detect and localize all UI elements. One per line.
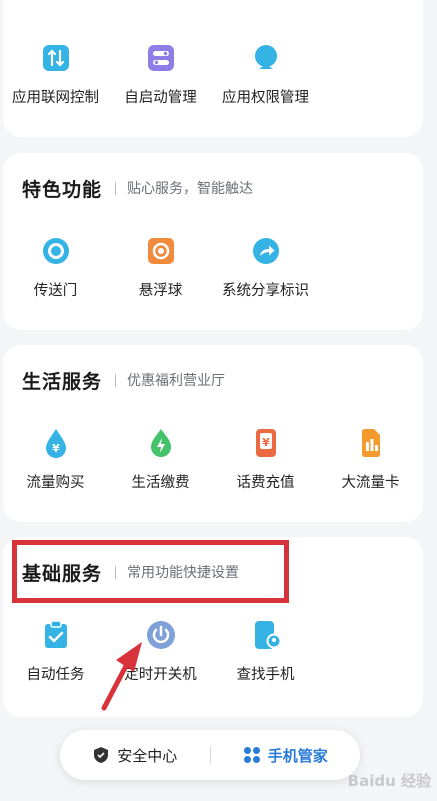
section-title: 生活服务 bbox=[22, 370, 103, 393]
item-label: 自启动管理 bbox=[124, 90, 197, 106]
item-label: 自动任务 bbox=[26, 667, 85, 683]
nav-phone-manager[interactable]: 手机管家 bbox=[211, 745, 361, 766]
nav-label: 安全中心 bbox=[117, 746, 178, 765]
highlight-box bbox=[12, 540, 289, 603]
find-phone-icon bbox=[254, 621, 281, 649]
nav-security-center[interactable]: 安全中心 bbox=[60, 745, 210, 766]
watermark: Baidu 经验 bbox=[347, 772, 431, 790]
item-label: 查找手机 bbox=[236, 667, 295, 683]
nav-label: 手机管家 bbox=[267, 746, 328, 765]
portal-icon bbox=[42, 238, 69, 264]
card-life-services: 生活服务 优惠福利营业厅 ¥ 流量购买 生活缴费 ¥ 话费充值 大流量卡 bbox=[3, 345, 423, 522]
item-sim-card[interactable]: 大流量卡 bbox=[318, 427, 423, 492]
utility-payment-icon bbox=[150, 429, 171, 457]
item-label: 系统分享标识 bbox=[222, 283, 309, 299]
card-features: 特色功能 贴心服务，智能触达 传送门 悬浮球 系统分享标识 bbox=[3, 153, 423, 330]
card-header: 特色功能 贴心服务，智能触达 bbox=[22, 175, 253, 201]
item-share[interactable]: 系统分享标识 bbox=[213, 235, 318, 300]
autostart-icon bbox=[147, 45, 174, 71]
section-subtitle: 优惠福利营业厅 bbox=[127, 373, 226, 389]
grid-apps-icon bbox=[243, 747, 260, 763]
floating-ball-icon bbox=[147, 238, 174, 264]
item-auto-task[interactable]: 自动任务 bbox=[3, 619, 108, 684]
sim-card-icon bbox=[361, 429, 380, 457]
permission-icon bbox=[254, 45, 277, 69]
title-divider bbox=[115, 181, 117, 195]
card-app-control: 应用联网控制 自启动管理 应用权限管理 bbox=[3, 0, 423, 137]
item-permission[interactable]: 应用权限管理 bbox=[213, 42, 318, 107]
power-icon bbox=[146, 621, 175, 649]
bottom-nav: 安全中心 手机管家 bbox=[60, 730, 360, 780]
item-floating-ball[interactable]: 悬浮球 bbox=[108, 235, 213, 300]
svg-text:¥: ¥ bbox=[262, 436, 270, 449]
title-divider bbox=[115, 373, 117, 387]
share-icon bbox=[252, 238, 279, 264]
item-utility-payment[interactable]: 生活缴费 bbox=[108, 427, 213, 492]
item-phone-recharge[interactable]: ¥ 话费充值 bbox=[213, 427, 318, 492]
item-network-control[interactable]: 应用联网控制 bbox=[3, 42, 108, 107]
item-find-phone[interactable]: 查找手机 bbox=[213, 619, 318, 684]
item-label: 话费充值 bbox=[236, 475, 295, 491]
network-toggle-icon bbox=[42, 45, 69, 71]
item-label: 流量购买 bbox=[26, 475, 85, 491]
section-title: 特色功能 bbox=[22, 178, 103, 201]
section-subtitle: 贴心服务，智能触达 bbox=[127, 181, 254, 197]
shield-icon bbox=[94, 747, 109, 763]
svg-text:¥: ¥ bbox=[52, 442, 60, 455]
item-autostart[interactable]: 自启动管理 bbox=[108, 42, 213, 107]
item-portal[interactable]: 传送门 bbox=[3, 235, 108, 300]
item-label: 悬浮球 bbox=[138, 283, 183, 299]
pointer-arrow-icon bbox=[101, 642, 142, 711]
phone-recharge-icon: ¥ bbox=[255, 429, 276, 457]
item-label: 大流量卡 bbox=[341, 475, 400, 491]
auto-task-icon bbox=[44, 620, 67, 648]
card-header: 生活服务 优惠福利营业厅 bbox=[22, 367, 225, 393]
item-label: 传送门 bbox=[33, 283, 78, 299]
item-data-purchase[interactable]: ¥ 流量购买 bbox=[3, 427, 108, 492]
item-label: 应用权限管理 bbox=[222, 90, 309, 106]
data-purchase-icon: ¥ bbox=[45, 429, 66, 458]
item-label: 生活缴费 bbox=[131, 475, 190, 491]
item-label: 应用联网控制 bbox=[12, 90, 99, 106]
